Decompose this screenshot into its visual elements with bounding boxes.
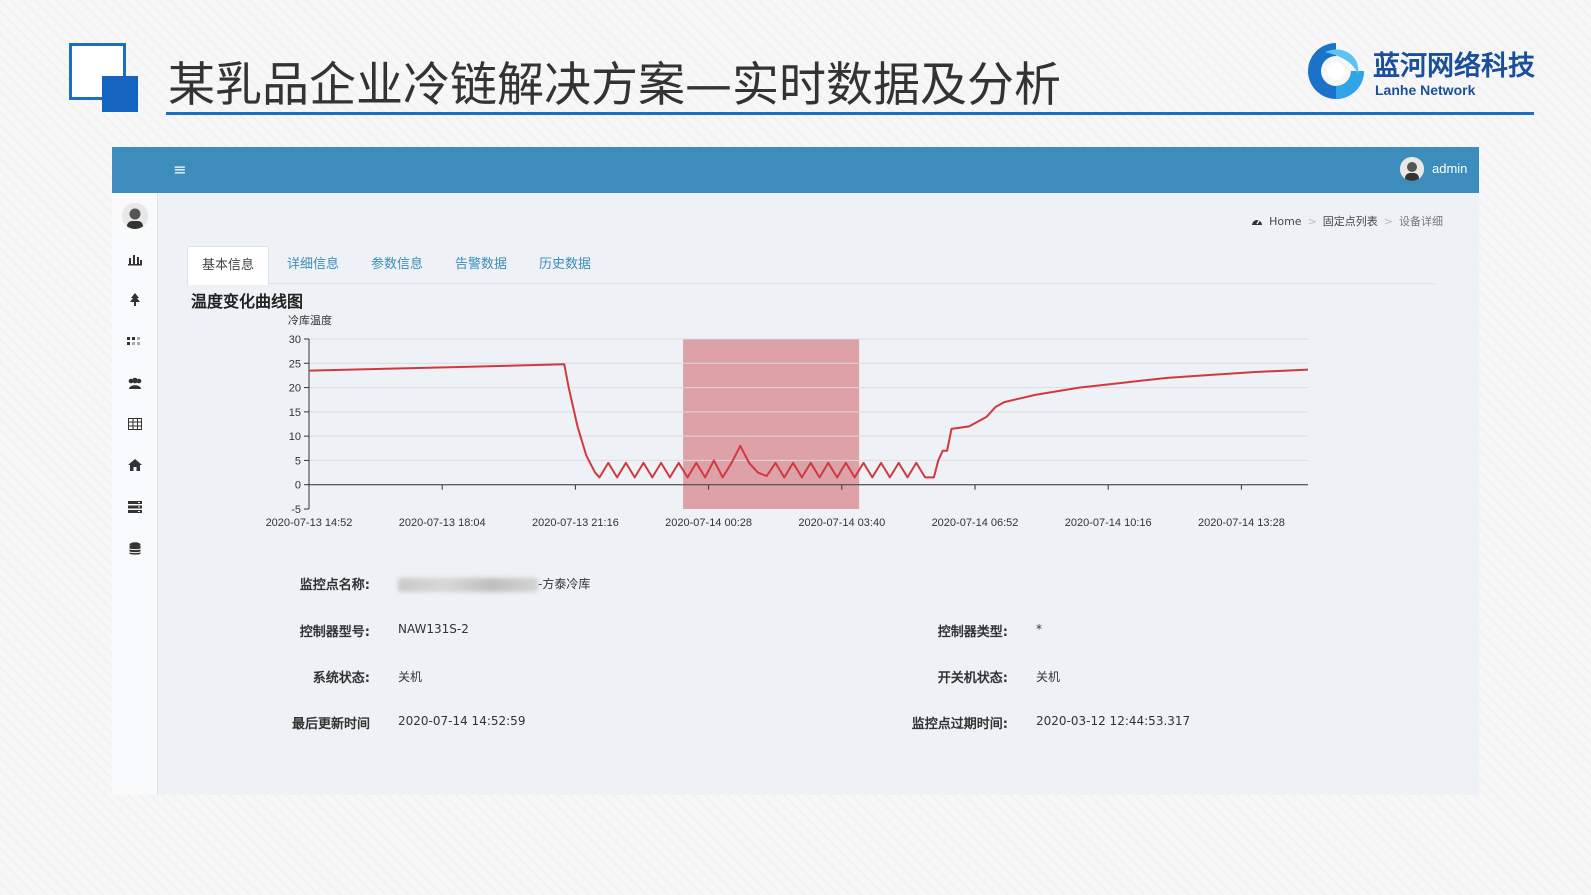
tab-detail-info[interactable]: 详细信息 (275, 246, 351, 284)
y-tick-label: 10 (289, 431, 301, 443)
title-underline (166, 112, 1534, 115)
x-tick-label: 2020-07-14 13:28 (1198, 517, 1285, 529)
database-icon[interactable] (123, 539, 147, 559)
y-tick-label: 25 (289, 358, 301, 370)
breadcrumb-separator: > (1307, 214, 1317, 228)
grid-dots-icon[interactable] (123, 331, 147, 351)
users-icon[interactable] (123, 373, 147, 393)
top-navbar: ≡ admin (112, 147, 1479, 193)
sidebar (112, 193, 158, 795)
tab-parameter-info[interactable]: 参数信息 (359, 246, 435, 284)
breadcrumb: Home > 固定点列表 > 设备详细 (1251, 213, 1443, 229)
app-window: ≡ admin Home > 固定点列表 > 设备详细 基本信息 详细信息 参数… (112, 147, 1479, 795)
controller-model-value: NAW131S-2 (398, 622, 469, 636)
home-icon[interactable] (123, 455, 147, 475)
x-tick-label: 2020-07-14 06:52 (932, 517, 1019, 529)
y-tick-label: 30 (289, 334, 301, 346)
monitor-name-label: 监控点名称: (299, 578, 370, 593)
hamburger-menu-icon[interactable]: ≡ (170, 159, 190, 181)
tab-alarm-data[interactable]: 告警数据 (443, 246, 519, 284)
user-name[interactable]: admin (1432, 161, 1467, 176)
tab-basic-info[interactable]: 基本信息 (187, 246, 269, 285)
user-avatar[interactable] (1400, 157, 1424, 181)
y-tick-label: 0 (295, 480, 301, 492)
y-tick-label: 15 (289, 407, 301, 419)
dashboard-icon (1252, 219, 1263, 225)
system-status-value: 关机 (398, 670, 423, 684)
y-tick-label: -5 (291, 504, 301, 516)
breadcrumb-list[interactable]: 固定点列表 (1323, 213, 1378, 229)
controller-model-label: 控制器型号: (299, 625, 370, 640)
company-logo: 蓝河网络科技 Lanhe Network (1303, 38, 1543, 108)
x-tick-label: 2020-07-14 10:16 (1065, 517, 1152, 529)
sidebar-avatar[interactable] (122, 203, 148, 229)
temperature-chart: 冷库温度 30 25 20 15 10 5 0 -52020-07-13 14:52 2020-0… (266, 313, 1309, 529)
server-icon[interactable] (123, 497, 147, 517)
logo-text-cn: 蓝河网络科技 (1373, 51, 1535, 82)
controller-type-label: 控制器类型: (937, 625, 1008, 640)
title-decoration-fill (102, 76, 138, 112)
bar-chart-icon[interactable] (123, 249, 147, 269)
last-update-value: 2020-07-14 14:52:59 (398, 714, 526, 728)
detail-tabs: 基本信息 详细信息 参数信息 告警数据 历史数据 (187, 246, 1435, 285)
breadcrumb-current: 设备详细 (1399, 215, 1443, 228)
tree-icon[interactable] (123, 290, 147, 310)
expire-time-value: 2020-03-12 12:44:53.317 (1036, 714, 1191, 728)
power-status-value: 关机 (1036, 670, 1061, 684)
x-tick-label: 2020-07-13 14:52 (266, 517, 353, 529)
y-tick-label: 20 (289, 383, 301, 395)
controller-type-value: * (1036, 622, 1042, 636)
table-icon[interactable] (123, 414, 147, 434)
highlight-band (683, 339, 860, 509)
redacted-text (398, 577, 538, 592)
tab-history-data[interactable]: 历史数据 (527, 246, 603, 284)
x-tick-label: 2020-07-14 00:28 (665, 517, 752, 529)
power-status-label: 开关机状态: (937, 671, 1008, 686)
monitor-name-value: -方泰冷库 (398, 575, 590, 592)
logo-text-en: Lanhe Network (1375, 82, 1476, 98)
y-tick-label: 5 (295, 455, 301, 467)
x-tick-label: 2020-07-13 18:04 (399, 517, 486, 529)
expire-time-label: 监控点过期时间: (911, 717, 1008, 732)
main-content: Home > 固定点列表 > 设备详细 基本信息 详细信息 参数信息 告警数据 … (158, 193, 1479, 795)
x-tick-label: 2020-07-14 03:40 (798, 517, 885, 529)
logo-swirl-icon (1308, 43, 1364, 99)
last-update-label: 最后更新时间 (291, 717, 370, 732)
breadcrumb-separator: > (1383, 214, 1393, 228)
breadcrumb-home[interactable]: Home (1269, 215, 1301, 228)
system-status-label: 系统状态: (312, 671, 370, 686)
y-axis-label: 冷库温度 (288, 313, 332, 327)
slide-title: 某乳品企业冷链解决方案—实时数据及分析 (168, 58, 1061, 113)
x-tick-label: 2020-07-13 21:16 (532, 517, 619, 529)
